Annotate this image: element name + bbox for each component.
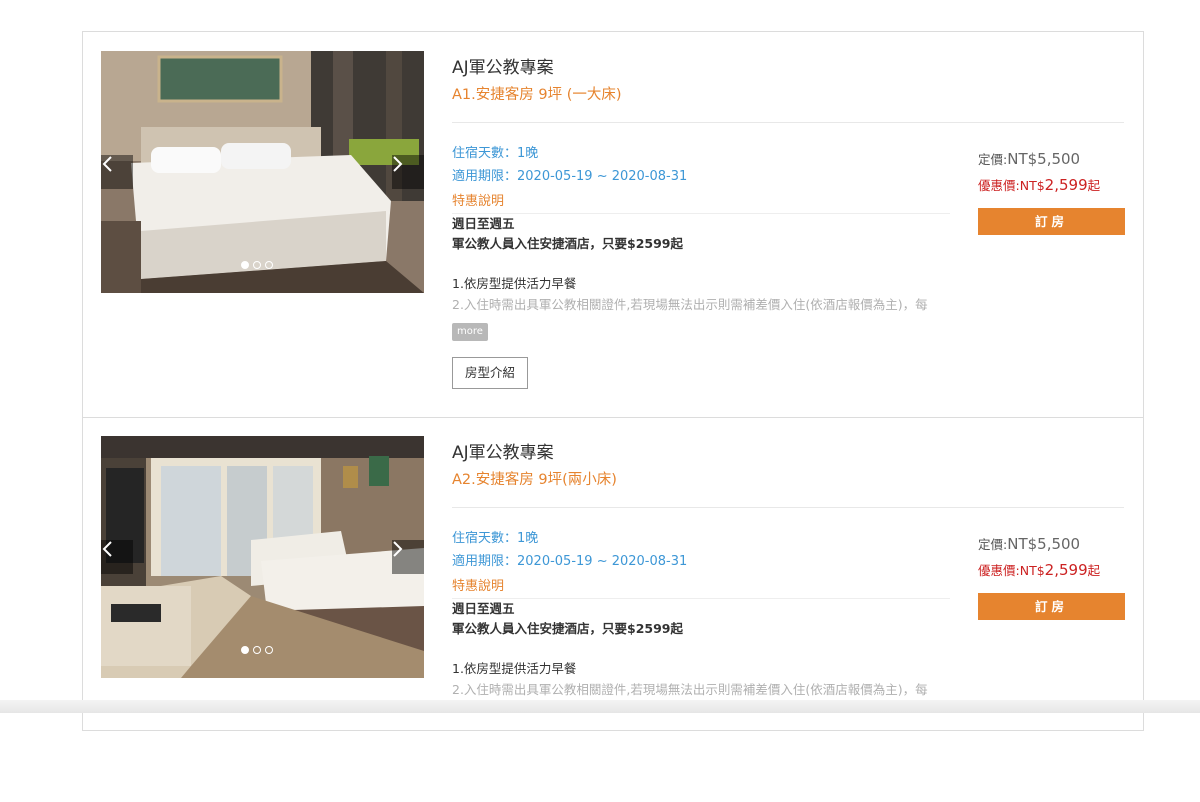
deal-price-value: 2,599 bbox=[1044, 176, 1088, 194]
offer-summary: 軍公教人員入住安捷酒店，只要$2599起 bbox=[452, 236, 683, 251]
valid-period-value: 2020-05-19 ~ 2020-08-31 bbox=[517, 554, 688, 569]
carousel-dot-active[interactable] bbox=[241, 261, 249, 269]
divider bbox=[452, 122, 1124, 123]
price-panel: 定價:NT$5,500 優惠價:NT$2,599起 訂房 bbox=[978, 150, 1126, 235]
valid-period: 適用期限：2020-05-19 ~ 2020-08-31 bbox=[452, 550, 950, 573]
stay-length-label: 住宿天數： bbox=[452, 531, 518, 546]
carousel-dots bbox=[241, 261, 273, 269]
room-photo-image bbox=[101, 51, 424, 293]
offer-note-2: 2.入住時需出具軍公教相關證件,若現場無法出示則需補差價入住(依酒店報價為主)，… bbox=[452, 297, 928, 312]
deal-price-label: 優惠價: bbox=[978, 563, 1020, 578]
room-photo-image bbox=[101, 436, 424, 678]
room-plan-card: AJ軍公教專案 A1.安捷客房 9坪 (一大床) 住宿天數：1晚 適用期限：20… bbox=[83, 32, 1143, 418]
plan-title: AJ軍公教專案 bbox=[452, 58, 554, 78]
bottom-edge-shadow bbox=[0, 700, 1200, 713]
deal-price-label: 優惠價: bbox=[978, 178, 1020, 193]
book-room-button[interactable]: 訂房 bbox=[978, 593, 1125, 620]
divider bbox=[452, 507, 1124, 508]
carousel-next-button[interactable] bbox=[392, 540, 424, 574]
carousel-dot[interactable] bbox=[265, 261, 273, 269]
deal-price: 優惠價:NT$2,599起 bbox=[978, 176, 1126, 195]
carousel-prev-button[interactable] bbox=[101, 540, 133, 574]
valid-period-label: 適用期限： bbox=[452, 169, 518, 184]
special-offer-label: 特惠說明 bbox=[452, 577, 950, 599]
room-intro-button[interactable]: 房型介紹 bbox=[452, 357, 529, 389]
stay-length-label: 住宿天數： bbox=[452, 146, 518, 161]
list-price-label: 定價: bbox=[978, 152, 1008, 167]
chevron-left-icon bbox=[102, 156, 112, 172]
chevron-right-icon bbox=[393, 541, 403, 557]
plan-details: 住宿天數：1晚 適用期限：2020-05-19 ~ 2020-08-31 特惠說… bbox=[452, 142, 950, 389]
list-price: 定價:NT$5,500 bbox=[978, 535, 1126, 554]
list-price-label: 定價: bbox=[978, 537, 1008, 552]
room-plan-card: AJ軍公教專案 A2.安捷客房 9坪(兩小床) 住宿天數：1晚 適用期限：202… bbox=[83, 417, 1143, 802]
carousel-next-button[interactable] bbox=[392, 155, 424, 189]
valid-period-label: 適用期限： bbox=[452, 554, 518, 569]
book-room-button[interactable]: 訂房 bbox=[978, 208, 1125, 235]
valid-period-value: 2020-05-19 ~ 2020-08-31 bbox=[517, 169, 688, 184]
more-button[interactable]: more bbox=[452, 323, 488, 341]
room-name: A2.安捷客房 9坪(兩小床) bbox=[452, 472, 617, 488]
chevron-right-icon bbox=[393, 156, 403, 172]
valid-period: 適用期限：2020-05-19 ~ 2020-08-31 bbox=[452, 165, 950, 188]
offer-days: 週日至週五 bbox=[452, 216, 515, 231]
deal-price: 優惠價:NT$2,599起 bbox=[978, 561, 1126, 580]
special-offer-label: 特惠說明 bbox=[452, 192, 950, 214]
deal-price-value: 2,599 bbox=[1044, 561, 1088, 579]
carousel-dot[interactable] bbox=[265, 646, 273, 654]
room-plan-info: AJ軍公教專案 A1.安捷客房 9坪 (一大床) 住宿天數：1晚 適用期限：20… bbox=[452, 56, 1124, 389]
carousel-dots bbox=[241, 646, 273, 654]
deal-price-suffix: 起 bbox=[1087, 563, 1101, 578]
room-photo-carousel[interactable] bbox=[101, 51, 424, 293]
stay-length-value: 1晚 bbox=[517, 531, 539, 546]
room-photo-carousel[interactable] bbox=[101, 436, 424, 678]
offer-days: 週日至週五 bbox=[452, 601, 515, 616]
list-price-value: NT$5,500 bbox=[1007, 150, 1081, 168]
carousel-dot[interactable] bbox=[253, 261, 261, 269]
stay-length-value: 1晚 bbox=[517, 146, 539, 161]
chevron-left-icon bbox=[102, 541, 112, 557]
room-plan-info: AJ軍公教專案 A2.安捷客房 9坪(兩小床) 住宿天數：1晚 適用期限：202… bbox=[452, 441, 1124, 697]
offer-note-2: 2.入住時需出具軍公教相關證件,若現場無法出示則需補差價入住(依酒店報價為主)，… bbox=[452, 682, 928, 697]
stay-length: 住宿天數：1晚 bbox=[452, 527, 950, 550]
room-name: A1.安捷客房 9坪 (一大床) bbox=[452, 87, 622, 103]
room-plan-list: AJ軍公教專案 A1.安捷客房 9坪 (一大床) 住宿天數：1晚 適用期限：20… bbox=[82, 31, 1144, 731]
price-panel: 定價:NT$5,500 優惠價:NT$2,599起 訂房 bbox=[978, 535, 1126, 620]
carousel-prev-button[interactable] bbox=[101, 155, 133, 189]
plan-title: AJ軍公教專案 bbox=[452, 443, 554, 463]
list-price-value: NT$5,500 bbox=[1007, 535, 1081, 553]
carousel-dot-active[interactable] bbox=[241, 646, 249, 654]
offer-summary: 軍公教人員入住安捷酒店，只要$2599起 bbox=[452, 621, 683, 636]
offer-note-1: 1.依房型提供活力早餐 bbox=[452, 276, 577, 291]
deal-price-prefix: NT$ bbox=[1019, 178, 1045, 193]
stay-length: 住宿天數：1晚 bbox=[452, 142, 950, 165]
deal-price-suffix: 起 bbox=[1087, 178, 1101, 193]
carousel-dot[interactable] bbox=[253, 646, 261, 654]
deal-price-prefix: NT$ bbox=[1019, 563, 1045, 578]
list-price: 定價:NT$5,500 bbox=[978, 150, 1126, 169]
plan-details: 住宿天數：1晚 適用期限：2020-05-19 ~ 2020-08-31 特惠說… bbox=[452, 527, 950, 700]
offer-note-1: 1.依房型提供活力早餐 bbox=[452, 661, 577, 676]
